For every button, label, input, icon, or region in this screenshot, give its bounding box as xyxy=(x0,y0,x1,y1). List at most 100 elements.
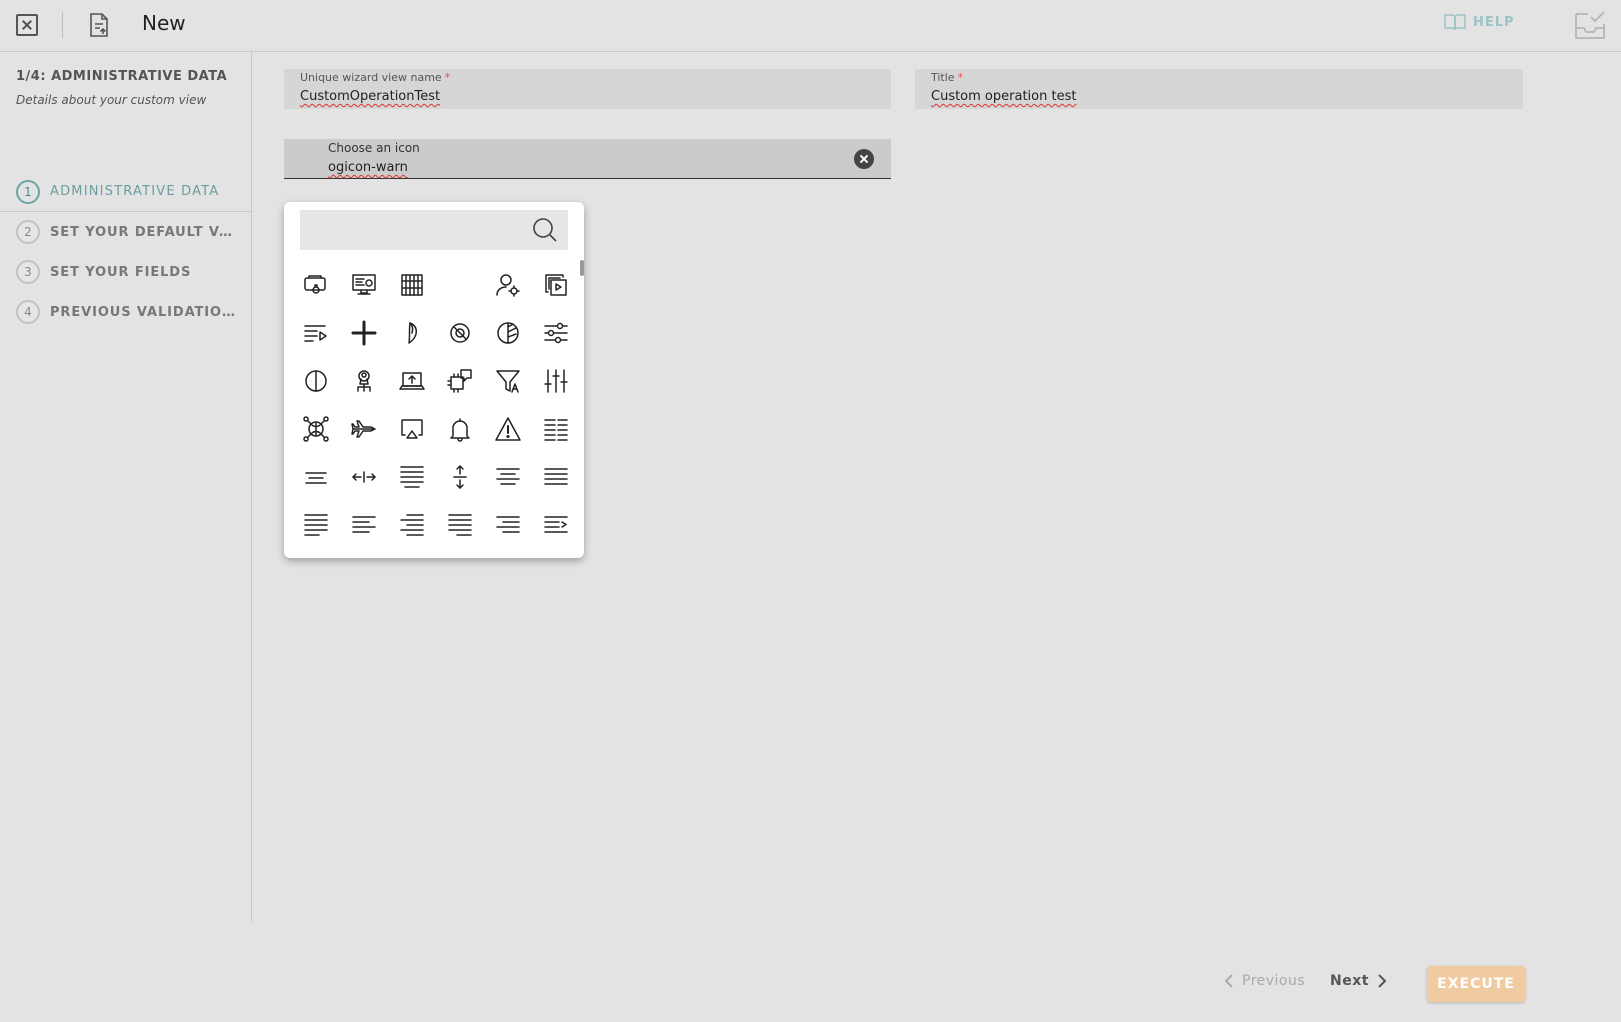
previous-button[interactable]: Previous xyxy=(1224,973,1305,989)
list-play-icon xyxy=(304,325,327,342)
icon-option[interactable] xyxy=(436,309,484,357)
icon-option[interactable] xyxy=(532,357,580,405)
icon-option[interactable] xyxy=(436,357,484,405)
icon-option[interactable] xyxy=(340,501,388,549)
icon-option[interactable] xyxy=(388,405,436,453)
clear-icon[interactable] xyxy=(854,149,874,169)
half-circle-icon xyxy=(305,370,327,392)
icon-option[interactable] xyxy=(340,357,388,405)
step-number: 2 xyxy=(16,220,40,244)
step-list: 1 ADMINISTRATIVE DATA 2 SET YOUR DEFAULT… xyxy=(0,172,252,332)
indent-right-icon xyxy=(544,516,568,533)
wizard-sidebar: 1/4: ADMINISTRATIVE DATA Details about y… xyxy=(0,52,252,922)
icon-select-field[interactable]: Choose an icon ogicon-warn xyxy=(284,139,891,179)
step-number: 3 xyxy=(16,260,40,284)
icon-option[interactable] xyxy=(532,309,580,357)
field-label: Unique wizard view name * xyxy=(300,71,451,84)
step-administrative-data[interactable]: 1 ADMINISTRATIVE DATA xyxy=(0,172,252,212)
icon-option[interactable] xyxy=(292,309,340,357)
next-button[interactable]: Next xyxy=(1330,973,1387,989)
help-label: HELP xyxy=(1473,14,1515,30)
help-button[interactable]: HELP xyxy=(1444,13,1515,31)
step-number: 1 xyxy=(16,179,40,204)
icon-option[interactable] xyxy=(532,261,580,309)
equalizer-icon xyxy=(544,369,568,393)
ring-icon xyxy=(450,323,470,343)
align-justify-icon xyxy=(400,466,424,488)
inbox-check-icon[interactable] xyxy=(1574,10,1606,44)
step-label: SET YOUR DEFAULT VALUES xyxy=(50,224,240,240)
airplay-icon xyxy=(401,419,423,439)
icon-option[interactable] xyxy=(388,357,436,405)
camera-lock-icon xyxy=(304,275,326,294)
icon-option[interactable] xyxy=(292,453,340,501)
step-label: ADMINISTRATIVE DATA xyxy=(50,184,220,199)
align-right-icon xyxy=(400,514,424,536)
wizard-view-name-field[interactable]: Unique wizard view name * CustomOperation… xyxy=(284,69,891,109)
top-bar: New HELP xyxy=(0,0,1621,52)
step-label: PREVIOUS VALIDATIONS xyxy=(50,304,240,320)
align-left-icon xyxy=(304,514,328,536)
monitor-chart-icon xyxy=(352,274,376,295)
step-fields[interactable]: 3 SET YOUR FIELDS xyxy=(0,252,252,292)
copy-play-icon xyxy=(545,274,567,296)
icon-option[interactable] xyxy=(436,261,484,309)
icon-option[interactable] xyxy=(340,453,388,501)
page-title: New xyxy=(142,11,186,35)
icon-option[interactable] xyxy=(484,309,532,357)
wizard-view-name-input[interactable]: CustomOperationTest xyxy=(300,89,440,104)
document-upload-icon[interactable] xyxy=(88,12,110,42)
icon-option[interactable] xyxy=(436,405,484,453)
icon-option[interactable] xyxy=(484,453,532,501)
icon-search-input[interactable] xyxy=(300,210,568,250)
icon-option[interactable] xyxy=(532,453,580,501)
sliders-icon xyxy=(544,322,568,344)
icon-option[interactable] xyxy=(436,501,484,549)
close-icon[interactable] xyxy=(16,14,38,36)
align-justify-right-icon xyxy=(448,514,472,536)
step-heading: 1/4: ADMINISTRATIVE DATA xyxy=(16,69,228,84)
icon-option[interactable] xyxy=(484,357,532,405)
icon-option[interactable] xyxy=(340,309,388,357)
icon-option[interactable] xyxy=(436,453,484,501)
icon-option[interactable] xyxy=(388,453,436,501)
icon-option[interactable] xyxy=(388,261,436,309)
arrows-horizontal-icon xyxy=(352,471,376,483)
field-label: Title * xyxy=(931,71,964,84)
icon-option[interactable] xyxy=(532,501,580,549)
icon-option[interactable] xyxy=(388,309,436,357)
arrows-vertical-icon xyxy=(453,465,467,489)
align-justify-list-icon xyxy=(544,419,568,441)
blank-icon xyxy=(446,271,474,299)
plus-icon xyxy=(351,320,377,346)
chevron-right-icon xyxy=(1378,974,1387,988)
icon-option[interactable] xyxy=(292,405,340,453)
align-right-short-icon xyxy=(496,516,520,533)
step-number: 4 xyxy=(16,300,40,324)
title-field[interactable]: Title * Custom operation test xyxy=(915,69,1523,109)
icon-option[interactable] xyxy=(388,501,436,549)
brain-network-icon xyxy=(303,416,329,442)
icon-option[interactable] xyxy=(292,261,340,309)
icon-option[interactable] xyxy=(484,501,532,549)
icon-option[interactable] xyxy=(484,261,532,309)
divider xyxy=(62,12,63,38)
search-icon[interactable] xyxy=(532,217,558,243)
align-justify-all-icon xyxy=(544,468,568,485)
scrollbar[interactable] xyxy=(580,260,584,276)
align-center-icon xyxy=(496,468,520,485)
title-input[interactable]: Custom operation test xyxy=(931,89,1076,104)
icon-option[interactable] xyxy=(292,501,340,549)
step-subheading: Details about your custom view xyxy=(16,93,207,107)
icon-option[interactable] xyxy=(292,357,340,405)
execute-button[interactable]: EXECUTE xyxy=(1427,966,1525,1002)
abacus-icon xyxy=(401,274,423,296)
step-previous-validations[interactable]: 4 PREVIOUS VALIDATIONS xyxy=(0,292,252,332)
step-default-values[interactable]: 2 SET YOUR DEFAULT VALUES xyxy=(0,212,252,252)
icon-option[interactable] xyxy=(484,405,532,453)
icon-select-input[interactable]: ogicon-warn xyxy=(328,160,408,175)
icon-option[interactable] xyxy=(340,261,388,309)
field-label: Choose an icon xyxy=(328,141,420,155)
icon-option[interactable] xyxy=(340,405,388,453)
icon-option[interactable] xyxy=(532,405,580,453)
